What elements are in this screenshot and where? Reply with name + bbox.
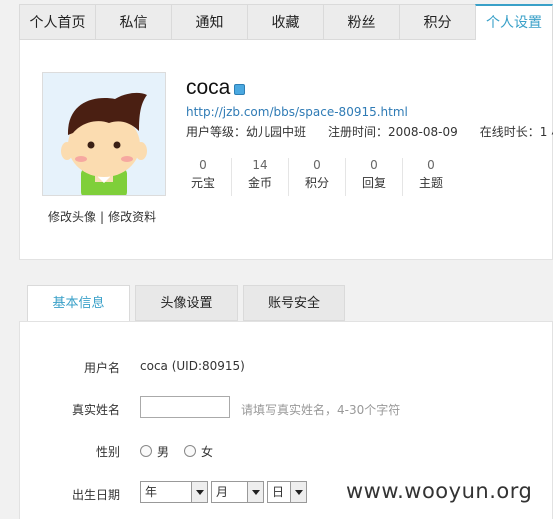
stat-value: 0 bbox=[370, 158, 378, 172]
gender-label: 性别 bbox=[95, 445, 120, 459]
month-value: 月 bbox=[216, 485, 229, 499]
chevron-down-icon bbox=[191, 482, 207, 502]
username-label: 用户名 bbox=[83, 361, 120, 375]
stat-value: 0 bbox=[427, 158, 435, 172]
tab-messages[interactable]: 私信 bbox=[95, 4, 171, 40]
stat-yuanbao[interactable]: 0 元宝 bbox=[175, 158, 232, 196]
gender-male-label: 男 bbox=[157, 445, 170, 459]
stat-label: 主题 bbox=[418, 176, 443, 190]
radio-male[interactable] bbox=[140, 445, 152, 457]
tab-favorites[interactable]: 收藏 bbox=[247, 4, 323, 40]
stat-label: 回复 bbox=[361, 176, 386, 190]
online-status-icon bbox=[234, 84, 245, 95]
stat-replies[interactable]: 0 回复 bbox=[346, 158, 403, 196]
avatar-links: 修改头像 | 修改资料 bbox=[48, 208, 156, 225]
user-level: 用户等级：幼儿园中班 bbox=[186, 125, 307, 139]
edit-profile-link[interactable]: 修改资料 bbox=[108, 210, 156, 224]
tab-avatar-settings[interactable]: 头像设置 bbox=[135, 285, 238, 321]
profile-card: 修改头像 | 修改资料 coca http://jzb.com/bbs/space-… bbox=[19, 40, 553, 260]
stat-label: 金币 bbox=[247, 176, 272, 190]
stat-label: 积分 bbox=[304, 176, 329, 190]
gender-female-option[interactable]: 女 bbox=[184, 443, 213, 460]
profile-stats: 0 元宝 14 金币 0 积分 0 回复 0 主题 bbox=[175, 158, 459, 196]
year-value: 年 bbox=[145, 485, 158, 499]
link-separator: | bbox=[100, 210, 105, 224]
chevron-down-icon bbox=[247, 482, 263, 502]
day-value: 日 bbox=[272, 485, 285, 499]
tab-notifications[interactable]: 通知 bbox=[171, 4, 247, 40]
settings-tabs: 基本信息 头像设置 账号安全 bbox=[27, 285, 350, 322]
realname-hint: 请填写真实姓名，4-30个字符 bbox=[241, 403, 401, 417]
edit-avatar-link[interactable]: 修改头像 bbox=[48, 210, 96, 224]
tab-settings[interactable]: 个人设置 bbox=[475, 4, 553, 40]
stat-value: 14 bbox=[252, 158, 268, 172]
tab-home[interactable]: 个人首页 bbox=[19, 4, 95, 40]
birth-year-select[interactable]: 年 bbox=[140, 481, 208, 503]
watermark: www.wooyun.org bbox=[346, 479, 533, 503]
chevron-down-icon bbox=[290, 482, 306, 502]
profile-username: coca bbox=[186, 76, 231, 99]
profile-meta: 用户等级：幼儿园中班 注册时间：2008-08-09 在线时长：1 小 bbox=[186, 123, 553, 140]
register-date: 注册时间：2008-08-09 bbox=[328, 125, 458, 139]
avatar-image bbox=[43, 73, 165, 195]
gender-female-label: 女 bbox=[201, 445, 214, 459]
birth-month-select[interactable]: 月 bbox=[211, 481, 264, 503]
stat-label: 元宝 bbox=[190, 176, 215, 190]
stat-topics[interactable]: 0 主题 bbox=[403, 158, 459, 196]
stat-coins[interactable]: 14 金币 bbox=[232, 158, 289, 196]
tab-account-security[interactable]: 账号安全 bbox=[243, 285, 345, 321]
tab-fans[interactable]: 粉丝 bbox=[323, 4, 399, 40]
tab-basic-info[interactable]: 基本信息 bbox=[27, 285, 130, 322]
realname-input[interactable] bbox=[140, 396, 230, 418]
realname-label: 真实姓名 bbox=[71, 403, 120, 417]
birth-day-select[interactable]: 日 bbox=[267, 481, 307, 503]
stat-value: 0 bbox=[313, 158, 321, 172]
radio-female[interactable] bbox=[184, 445, 196, 457]
gender-male-option[interactable]: 男 bbox=[140, 443, 169, 460]
avatar[interactable] bbox=[42, 72, 166, 196]
online-time: 在线时长：1 小 bbox=[479, 125, 553, 139]
username-value: coca (UID:80915) bbox=[140, 359, 245, 373]
birthday-label: 出生日期 bbox=[71, 488, 120, 502]
space-url-link[interactable]: http://jzb.com/bbs/space-80915.html bbox=[186, 105, 408, 119]
top-nav-tabs: 个人首页 私信 通知 收藏 粉丝 积分 个人设置 bbox=[19, 4, 553, 40]
tab-points[interactable]: 积分 bbox=[399, 4, 475, 40]
stat-points[interactable]: 0 积分 bbox=[289, 158, 346, 196]
stat-value: 0 bbox=[199, 158, 207, 172]
